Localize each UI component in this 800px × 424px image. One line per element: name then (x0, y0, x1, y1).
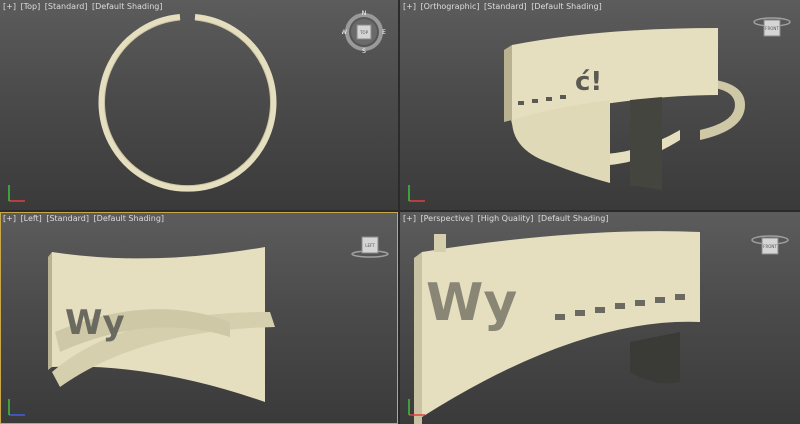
model-text-ortho: ć! (575, 67, 602, 97)
viewport-perspective[interactable]: [+] [Perspective] [High Quality] [Defaul… (400, 212, 800, 424)
viewport-top[interactable]: [+] [Top] [Standard] [Default Shading] T… (0, 0, 398, 210)
viewcube[interactable]: LEFT (350, 234, 390, 260)
axis-tripod-icon (8, 185, 25, 202)
viewcube-face-label: TOP (359, 30, 369, 35)
compass-north-label: N (362, 10, 367, 17)
compass-east-label: E (382, 29, 386, 36)
viewport-orthographic[interactable]: [+] [Orthographic] [Standard] [Default S… (400, 0, 800, 210)
left-view-scene: Wy (48, 247, 275, 402)
viewport-left[interactable]: [+] [Left] [Standard] [Default Shading] … (0, 212, 398, 424)
model-text-left: Wy (65, 303, 125, 343)
top-view-scene (98, 14, 277, 192)
ring-model-left[interactable]: Wy (48, 247, 275, 402)
viewcube-compass[interactable]: TOP N S E W (342, 10, 386, 54)
viewcube-face-label: LEFT (365, 243, 375, 248)
ring-model-ortho[interactable]: ć! (504, 28, 745, 190)
axis-tripod-icon (408, 399, 425, 416)
compass-south-label: S (362, 48, 366, 54)
ring-model-perspective[interactable]: Wy (414, 231, 700, 424)
perspective-view-scene: Wy (414, 231, 700, 424)
viewcube[interactable]: FRONT (752, 14, 792, 40)
axis-tripod-icon (408, 185, 425, 202)
axis-tripod-icon (8, 399, 25, 416)
viewcube[interactable]: FRONT (750, 232, 790, 260)
model-text-perspective: Wy (426, 273, 517, 333)
ring-model-top[interactable] (98, 14, 277, 192)
viewcube-face-label: FRONT (765, 26, 779, 31)
compass-west-label: W (342, 29, 347, 36)
viewcube-face-label: FRONT (763, 244, 777, 249)
viewport-grid: [+] [Top] [Standard] [Default Shading] T… (0, 0, 800, 424)
ortho-view-scene: ć! (504, 28, 745, 190)
